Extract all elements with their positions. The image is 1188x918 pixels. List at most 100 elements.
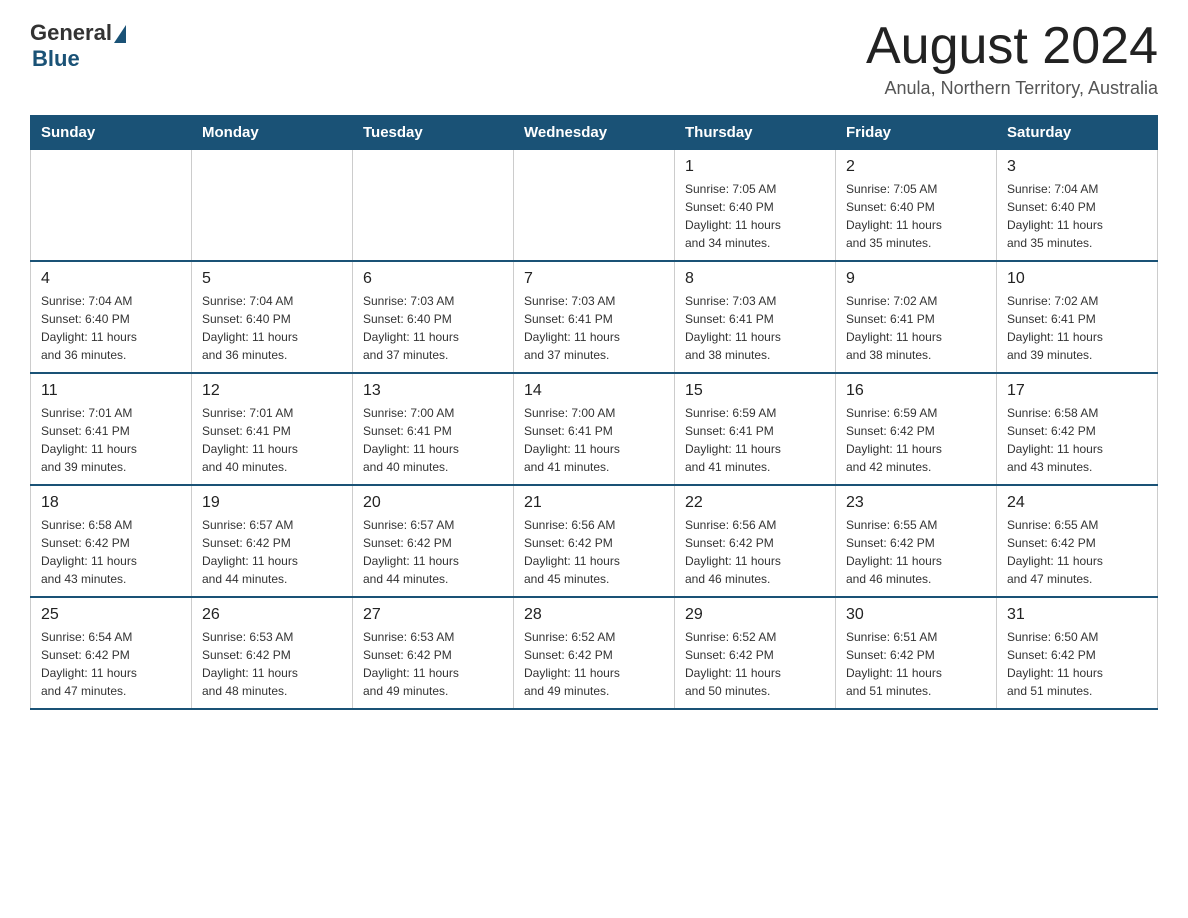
day-number: 11 bbox=[41, 382, 181, 400]
day-cell: 6 Sunrise: 7:03 AMSunset: 6:40 PMDaylight… bbox=[353, 261, 514, 373]
day-info: Sunrise: 6:50 AMSunset: 6:42 PMDaylight:… bbox=[1007, 628, 1147, 700]
day-number: 30 bbox=[846, 606, 986, 624]
day-cell: 5Sunrise: 7:04 AMSunset: 6:40 PMDaylight… bbox=[192, 261, 353, 373]
day-info: Sunrise: 7:03 AMSunset: 6:41 PMDaylight:… bbox=[524, 292, 664, 364]
day-info: Sunrise: 7:05 AMSunset: 6:40 PMDaylight:… bbox=[685, 180, 825, 252]
day-cell: 20Sunrise: 6:57 AMSunset: 6:42 PMDayligh… bbox=[353, 485, 514, 597]
day-info: Sunrise: 6:52 AMSunset: 6:42 PMDaylight:… bbox=[524, 628, 664, 700]
day-info: Sunrise: 6:56 AMSunset: 6:42 PMDaylight:… bbox=[524, 516, 664, 588]
header-row: SundayMondayTuesdayWednesdayThursdayFrid… bbox=[31, 116, 1158, 150]
day-number: 17 bbox=[1007, 382, 1147, 400]
day-cell bbox=[31, 150, 192, 262]
day-info: Sunrise: 6:58 AMSunset: 6:42 PMDaylight:… bbox=[41, 516, 181, 588]
day-cell: 21 Sunrise: 6:56 AMSunset: 6:42 PMDayligh… bbox=[514, 485, 675, 597]
day-cell: 18Sunrise: 6:58 AMSunset: 6:42 PMDayligh… bbox=[31, 485, 192, 597]
day-info: Sunrise: 6:59 AMSunset: 6:42 PMDaylight:… bbox=[846, 404, 986, 476]
day-cell: 27 Sunrise: 6:53 AMSunset: 6:42 PMDayligh… bbox=[353, 597, 514, 709]
day-cell: 28 Sunrise: 6:52 AMSunset: 6:42 PMDayligh… bbox=[514, 597, 675, 709]
logo-blue-text: Blue bbox=[32, 46, 80, 72]
day-info: Sunrise: 7:04 AMSunset: 6:40 PMDaylight:… bbox=[1007, 180, 1147, 252]
day-number: 8 bbox=[685, 270, 825, 288]
day-cell: 4Sunrise: 7:04 AMSunset: 6:40 PMDaylight… bbox=[31, 261, 192, 373]
header-cell-wednesday: Wednesday bbox=[514, 116, 675, 150]
day-number: 14 bbox=[524, 382, 664, 400]
day-number: 4 bbox=[41, 270, 181, 288]
day-info: Sunrise: 6:57 AMSunset: 6:42 PMDaylight:… bbox=[202, 516, 342, 588]
day-number: 19 bbox=[202, 494, 342, 512]
day-info: Sunrise: 6:59 AMSunset: 6:41 PMDaylight:… bbox=[685, 404, 825, 476]
day-cell bbox=[353, 150, 514, 262]
day-number: 3 bbox=[1007, 158, 1147, 176]
day-number: 31 bbox=[1007, 606, 1147, 624]
day-cell: 24 Sunrise: 6:55 AMSunset: 6:42 PMDayligh… bbox=[997, 485, 1158, 597]
day-number: 21 bbox=[524, 494, 664, 512]
day-number: 22 bbox=[685, 494, 825, 512]
day-cell: 25 Sunrise: 6:54 AMSunset: 6:42 PMDayligh… bbox=[31, 597, 192, 709]
header-cell-monday: Monday bbox=[192, 116, 353, 150]
day-cell: 29 Sunrise: 6:52 AMSunset: 6:42 PMDayligh… bbox=[675, 597, 836, 709]
day-info: Sunrise: 7:05 AMSunset: 6:40 PMDaylight:… bbox=[846, 180, 986, 252]
day-info: Sunrise: 6:58 AMSunset: 6:42 PMDaylight:… bbox=[1007, 404, 1147, 476]
day-cell: 8 Sunrise: 7:03 AMSunset: 6:41 PMDaylight… bbox=[675, 261, 836, 373]
day-info: Sunrise: 6:51 AMSunset: 6:42 PMDaylight:… bbox=[846, 628, 986, 700]
day-cell: 2Sunrise: 7:05 AMSunset: 6:40 PMDaylight… bbox=[836, 150, 997, 262]
day-info: Sunrise: 6:52 AMSunset: 6:42 PMDaylight:… bbox=[685, 628, 825, 700]
header-cell-tuesday: Tuesday bbox=[353, 116, 514, 150]
day-number: 25 bbox=[41, 606, 181, 624]
calendar-table: SundayMondayTuesdayWednesdayThursdayFrid… bbox=[30, 115, 1158, 710]
title-area: August 2024 Anula, Northern Territory, A… bbox=[866, 20, 1158, 99]
day-info: Sunrise: 6:54 AMSunset: 6:42 PMDaylight:… bbox=[41, 628, 181, 700]
day-cell: 14 Sunrise: 7:00 AMSunset: 6:41 PMDayligh… bbox=[514, 373, 675, 485]
day-cell: 10 Sunrise: 7:02 AMSunset: 6:41 PMDayligh… bbox=[997, 261, 1158, 373]
day-cell: 26 Sunrise: 6:53 AMSunset: 6:42 PMDayligh… bbox=[192, 597, 353, 709]
day-cell: 17 Sunrise: 6:58 AMSunset: 6:42 PMDayligh… bbox=[997, 373, 1158, 485]
page-header: General Blue August 2024 Anula, Northern… bbox=[30, 20, 1158, 99]
day-cell bbox=[192, 150, 353, 262]
day-info: Sunrise: 6:55 AMSunset: 6:42 PMDaylight:… bbox=[1007, 516, 1147, 588]
day-info: Sunrise: 6:53 AMSunset: 6:42 PMDaylight:… bbox=[363, 628, 503, 700]
week-row-2: 4 Sunrise: 7:04 AMSunset: 6:40 PMDaylight… bbox=[31, 261, 1158, 373]
day-number: 15 bbox=[685, 382, 825, 400]
day-info: Sunrise: 7:03 AMSunset: 6:40 PMDaylight:… bbox=[363, 292, 503, 364]
day-cell bbox=[514, 150, 675, 262]
week-row-4: 18Sunrise: 6:58 AMSunset: 6:42 PMDayligh… bbox=[31, 485, 1158, 597]
location-text: Anula, Northern Territory, Australia bbox=[866, 78, 1158, 99]
day-info: Sunrise: 7:03 AMSunset: 6:41 PMDaylight:… bbox=[685, 292, 825, 364]
day-cell: 12Sunrise: 7:01 AMSunset: 6:41 PMDayligh… bbox=[192, 373, 353, 485]
month-title: August 2024 bbox=[866, 20, 1158, 72]
day-number: 27 bbox=[363, 606, 503, 624]
day-number: 1 bbox=[685, 158, 825, 176]
day-number: 23 bbox=[846, 494, 986, 512]
day-cell: 3 Sunrise: 7:04 AMSunset: 6:40 PMDaylight… bbox=[997, 150, 1158, 262]
header-cell-sunday: Sunday bbox=[31, 116, 192, 150]
day-number: 9 bbox=[846, 270, 986, 288]
day-info: Sunrise: 7:00 AMSunset: 6:41 PMDaylight:… bbox=[524, 404, 664, 476]
day-info: Sunrise: 7:01 AMSunset: 6:41 PMDaylight:… bbox=[202, 404, 342, 476]
logo: General Blue bbox=[30, 20, 126, 72]
day-cell: 30 Sunrise: 6:51 AMSunset: 6:42 PMDayligh… bbox=[836, 597, 997, 709]
header-cell-friday: Friday bbox=[836, 116, 997, 150]
day-info: Sunrise: 7:04 AMSunset: 6:40 PMDaylight:… bbox=[202, 292, 342, 364]
week-row-5: 25 Sunrise: 6:54 AMSunset: 6:42 PMDayligh… bbox=[31, 597, 1158, 709]
day-info: Sunrise: 6:53 AMSunset: 6:42 PMDaylight:… bbox=[202, 628, 342, 700]
day-number: 6 bbox=[363, 270, 503, 288]
day-number: 29 bbox=[685, 606, 825, 624]
day-cell: 16 Sunrise: 6:59 AMSunset: 6:42 PMDayligh… bbox=[836, 373, 997, 485]
day-info: Sunrise: 7:02 AMSunset: 6:41 PMDaylight:… bbox=[846, 292, 986, 364]
day-cell: 7Sunrise: 7:03 AMSunset: 6:41 PMDaylight… bbox=[514, 261, 675, 373]
day-cell: 1 Sunrise: 7:05 AMSunset: 6:40 PMDaylight… bbox=[675, 150, 836, 262]
week-row-3: 11 Sunrise: 7:01 AMSunset: 6:41 PMDayligh… bbox=[31, 373, 1158, 485]
day-cell: 22Sunrise: 6:56 AMSunset: 6:42 PMDayligh… bbox=[675, 485, 836, 597]
day-number: 26 bbox=[202, 606, 342, 624]
day-info: Sunrise: 7:00 AMSunset: 6:41 PMDaylight:… bbox=[363, 404, 503, 476]
day-info: Sunrise: 6:55 AMSunset: 6:42 PMDaylight:… bbox=[846, 516, 986, 588]
day-number: 10 bbox=[1007, 270, 1147, 288]
day-number: 16 bbox=[846, 382, 986, 400]
header-cell-thursday: Thursday bbox=[675, 116, 836, 150]
logo-general-text: General bbox=[30, 20, 112, 46]
day-cell: 23 Sunrise: 6:55 AMSunset: 6:42 PMDayligh… bbox=[836, 485, 997, 597]
calendar-header: SundayMondayTuesdayWednesdayThursdayFrid… bbox=[31, 116, 1158, 150]
day-number: 24 bbox=[1007, 494, 1147, 512]
day-info: Sunrise: 7:02 AMSunset: 6:41 PMDaylight:… bbox=[1007, 292, 1147, 364]
day-number: 28 bbox=[524, 606, 664, 624]
